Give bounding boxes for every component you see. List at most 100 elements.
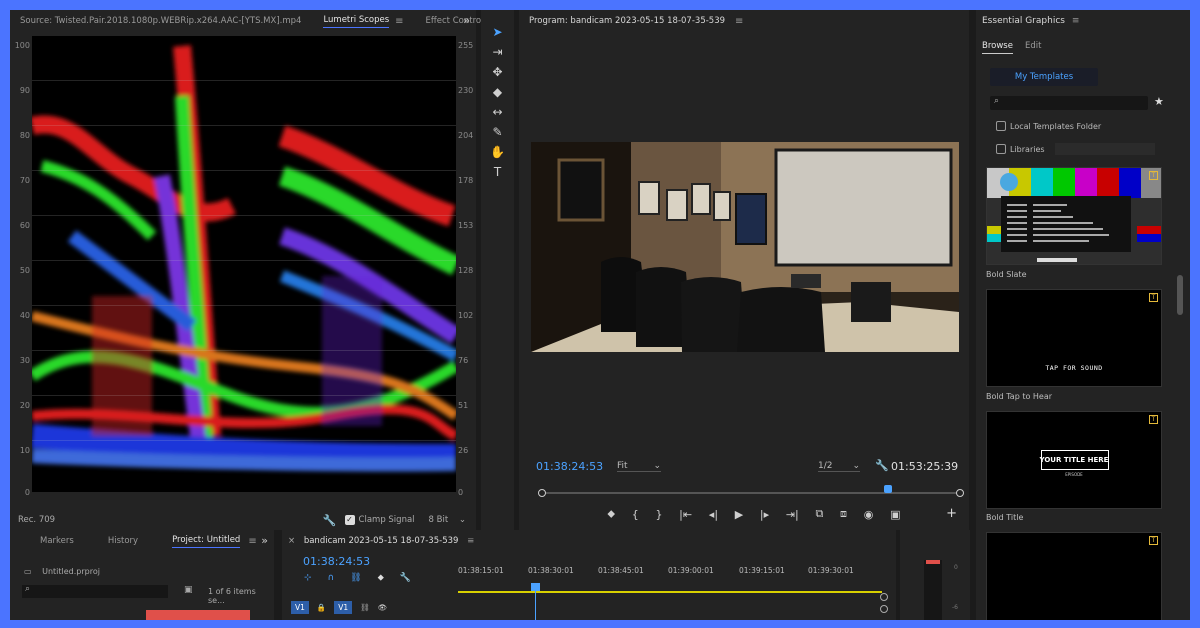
template-thumbnail-bold-slate[interactable]: T bbox=[986, 167, 1162, 265]
template-label: Bold Tap to Hear bbox=[986, 392, 1053, 401]
scope-left-tick: 10 bbox=[19, 446, 30, 455]
eg-scrollbar-thumb[interactable] bbox=[1177, 275, 1183, 315]
clamp-signal-checkbox[interactable]: ✓ bbox=[344, 515, 355, 525]
template-thumbnail-bold-title[interactable]: YOUR TITLE HERE EPISODE T bbox=[986, 411, 1162, 509]
scrubber-start-handle[interactable] bbox=[538, 489, 546, 497]
add-marker-icon[interactable]: ⬥ bbox=[607, 507, 615, 521]
panel-menu-icon[interactable]: ≡ bbox=[1072, 16, 1080, 26]
mark-out-icon[interactable]: } bbox=[655, 508, 662, 521]
close-icon[interactable]: × bbox=[288, 536, 295, 546]
tab-source[interactable]: Source: Twisted.Pair.2018.1080p.WEBRip.x… bbox=[20, 16, 301, 26]
tab-history[interactable]: History bbox=[108, 536, 138, 546]
project-search-input[interactable]: ⌕ bbox=[22, 584, 168, 598]
track-select-tool-icon[interactable]: ⇥ bbox=[481, 42, 514, 62]
linked-selection-icon[interactable]: ⛓ bbox=[350, 573, 361, 583]
go-to-in-icon[interactable]: |⇤ bbox=[679, 508, 692, 521]
audio-meters-panel: 0 -6 bbox=[900, 530, 970, 620]
template-thumbnail-bold-tap-to-hear[interactable]: TAP FOR SOUND T bbox=[986, 289, 1162, 387]
project-file-row[interactable]: ▭ Untitled.prproj bbox=[24, 567, 100, 576]
scope-gridline bbox=[32, 305, 456, 306]
resolution-select[interactable]: 1/2 ⌄ bbox=[818, 461, 860, 472]
panel-menu-icon[interactable]: ≡ bbox=[467, 536, 474, 546]
timeline-timecode[interactable]: 01:38:24:53 bbox=[303, 555, 370, 568]
scroll-circle-icon[interactable] bbox=[880, 593, 888, 601]
libraries-dropdown[interactable] bbox=[1054, 143, 1155, 155]
local-templates-row[interactable]: Local Templates Folder bbox=[996, 121, 1101, 131]
bin-icon[interactable]: ▣ bbox=[184, 585, 193, 595]
timeline-scrollbar[interactable] bbox=[880, 593, 890, 619]
export-frame-icon[interactable]: ◉ bbox=[864, 508, 874, 521]
ripple-edit-tool-icon[interactable]: ✥ bbox=[481, 62, 514, 82]
panel-menu-icon[interactable]: ≡ bbox=[248, 536, 256, 547]
double-chevron-right-icon[interactable]: » bbox=[261, 534, 268, 547]
tab-markers[interactable]: Markers bbox=[40, 536, 74, 546]
ruler-tick-label: 01:39:15:01 bbox=[739, 566, 785, 575]
mark-in-icon[interactable]: { bbox=[632, 508, 639, 521]
panel-menu-icon[interactable]: ≡ bbox=[735, 16, 743, 27]
home-theater-image bbox=[531, 142, 959, 352]
add-button-icon[interactable]: + bbox=[946, 506, 957, 521]
fit-value: Fit bbox=[617, 461, 628, 471]
play-icon[interactable]: ▶ bbox=[735, 508, 743, 521]
eg-title: Essential Graphics bbox=[982, 16, 1065, 26]
timeline-ruler[interactable]: 01:38:15:01 01:38:30:01 01:38:45:01 01:3… bbox=[458, 566, 884, 580]
program-scrubber[interactable] bbox=[538, 485, 964, 497]
scope-gridline bbox=[32, 125, 456, 126]
bit-depth-select[interactable]: 8 Bit ⌄ bbox=[429, 515, 466, 525]
eye-icon[interactable]: 👁 bbox=[378, 603, 388, 612]
project-panel: Markers History Project: Untitled ≡ » ▭ … bbox=[10, 530, 274, 620]
step-forward-icon[interactable]: |▸ bbox=[760, 508, 769, 521]
selection-tool-icon[interactable]: ➤ bbox=[481, 22, 514, 42]
hand-tool-icon[interactable]: ✋ bbox=[481, 142, 514, 162]
my-templates-button[interactable]: My Templates bbox=[990, 68, 1098, 86]
timeline-playhead[interactable] bbox=[531, 583, 540, 620]
scope-gridline bbox=[32, 215, 456, 216]
type-tool-icon[interactable]: T bbox=[481, 162, 514, 182]
panel-menu-icon[interactable]: ≡ bbox=[395, 16, 403, 27]
tab-effect-controls[interactable]: Effect Controls bbox=[426, 16, 488, 26]
tab-project[interactable]: Project: Untitled bbox=[172, 535, 241, 548]
tab-edit[interactable]: Edit bbox=[1025, 41, 1041, 54]
razor-tool-icon[interactable]: ◆ bbox=[481, 82, 514, 102]
timeline-panel: × bandicam 2023-05-15 18-07-35-539 ≡ 01:… bbox=[282, 530, 896, 620]
pen-tool-icon[interactable]: ✎ bbox=[481, 122, 514, 142]
local-templates-checkbox[interactable] bbox=[996, 121, 1006, 131]
libraries-row[interactable]: Libraries bbox=[996, 143, 1155, 155]
scope-gridline bbox=[32, 350, 456, 351]
extract-icon[interactable]: ⧈ bbox=[840, 507, 847, 521]
template-search-input[interactable]: ⌕ bbox=[990, 96, 1148, 110]
source-patch-v1[interactable]: V1 bbox=[291, 600, 309, 614]
scrubber-end-handle[interactable] bbox=[956, 489, 964, 497]
meter-tick: 0 bbox=[954, 564, 958, 571]
wrench-icon[interactable]: 🔧 bbox=[323, 514, 337, 527]
scope-left-tick: 90 bbox=[19, 86, 30, 95]
comparison-view-icon[interactable]: ▣ bbox=[890, 508, 900, 521]
tab-browse[interactable]: Browse bbox=[982, 41, 1013, 54]
lift-icon[interactable]: ⧉ bbox=[815, 507, 823, 521]
star-icon[interactable]: ★ bbox=[1154, 95, 1164, 108]
add-marker-icon[interactable]: ⬥ bbox=[378, 573, 384, 583]
template-thumbnail[interactable]: T bbox=[986, 532, 1162, 620]
step-back-icon[interactable]: ◂| bbox=[709, 508, 718, 521]
scroll-circle-icon[interactable] bbox=[880, 605, 888, 613]
tab-lumetri-scopes[interactable]: Lumetri Scopes bbox=[323, 15, 390, 28]
nest-icon[interactable]: ⊹ bbox=[304, 573, 312, 583]
slip-tool-icon[interactable]: ↔ bbox=[481, 102, 514, 122]
snap-icon[interactable]: ∩ bbox=[328, 573, 335, 583]
playhead[interactable] bbox=[884, 485, 892, 493]
playhead-handle[interactable] bbox=[531, 583, 540, 591]
wrench-icon[interactable]: 🔧 bbox=[875, 459, 889, 472]
program-timecode[interactable]: 01:38:24:53 bbox=[536, 460, 603, 473]
fit-select[interactable]: Fit ⌄ bbox=[617, 461, 661, 472]
wrench-icon[interactable]: 🔧 bbox=[400, 573, 411, 583]
target-track-v1[interactable]: V1 bbox=[334, 600, 353, 614]
libraries-checkbox[interactable] bbox=[996, 144, 1006, 154]
sync-lock-icon[interactable]: ⛓ bbox=[360, 603, 370, 612]
lock-icon[interactable]: 🔒 bbox=[317, 603, 326, 612]
scope-right-tick: 128 bbox=[458, 266, 474, 275]
template-label: Bold Title bbox=[986, 513, 1024, 522]
eg-scrollbar[interactable] bbox=[1177, 170, 1183, 620]
double-chevron-right-icon[interactable]: » bbox=[463, 14, 470, 27]
go-to-out-icon[interactable]: ⇥| bbox=[786, 508, 799, 521]
work-area-bar[interactable] bbox=[458, 591, 882, 593]
